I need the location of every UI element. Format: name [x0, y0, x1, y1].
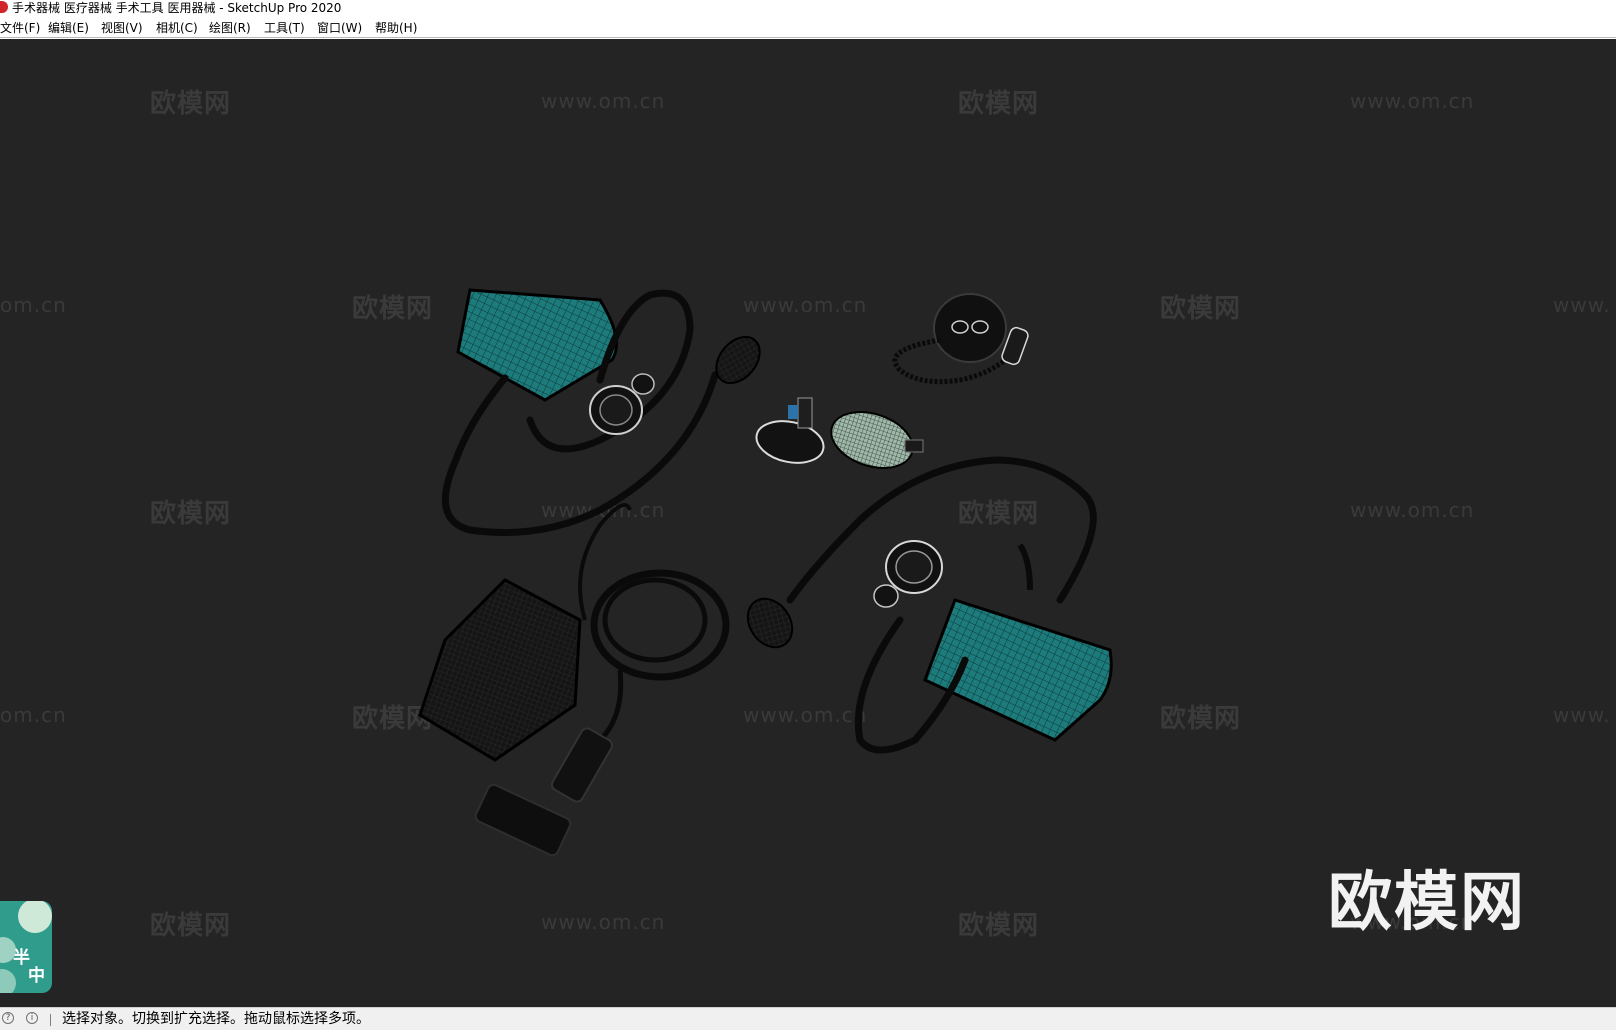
- ime-char-chinese: 中: [28, 966, 45, 986]
- bp-cuff-top-left: [441, 288, 761, 536]
- ime-badge[interactable]: 半 中: [0, 901, 52, 993]
- menu-view[interactable]: 视图(V): [101, 18, 143, 38]
- menu-draw[interactable]: 绘图(R): [209, 18, 251, 38]
- window-title: 手术器械 医疗器械 手术工具 医用器械 - SketchUp Pro 2020: [12, 1, 342, 15]
- menu-edit[interactable]: 编辑(E): [48, 18, 89, 38]
- model-viewport[interactable]: 欧模网 www.om.cn 欧模网 www.om.cn om.cn 欧模网 ww…: [0, 39, 1616, 1007]
- menu-camera[interactable]: 相机(C): [156, 18, 198, 38]
- brand-logo: 欧模网: [1328, 866, 1526, 940]
- menu-window[interactable]: 窗口(W): [317, 18, 362, 38]
- menu-bar: 文件(F) 编辑(E) 视图(V) 相机(C) 绘图(R) 工具(T) 窗口(W…: [0, 18, 1616, 38]
- status-bar: ? i 选择对象。切换到扩充选择。拖动鼠标选择多项。: [0, 1007, 1616, 1030]
- portable-suction-device: [418, 503, 730, 857]
- resuscitator-bag: [755, 397, 924, 469]
- info-icon[interactable]: i: [26, 1012, 38, 1024]
- title-bar: 手术器械 医疗器械 手术工具 医用器械 - SketchUp Pro 2020: [0, 0, 1616, 18]
- sketchup-logo-icon: [0, 1, 8, 13]
- bp-cuff-bottom-right: [746, 456, 1113, 754]
- menu-file[interactable]: 文件(F): [0, 18, 40, 38]
- menu-tools[interactable]: 工具(T): [264, 18, 305, 38]
- status-divider: [50, 1014, 51, 1026]
- oxygen-mask: [892, 293, 1029, 385]
- status-text: 选择对象。切换到扩充选择。拖动鼠标选择多项。: [62, 1011, 370, 1027]
- menu-help[interactable]: 帮助(H): [375, 18, 417, 38]
- help-icon[interactable]: ?: [2, 1012, 14, 1024]
